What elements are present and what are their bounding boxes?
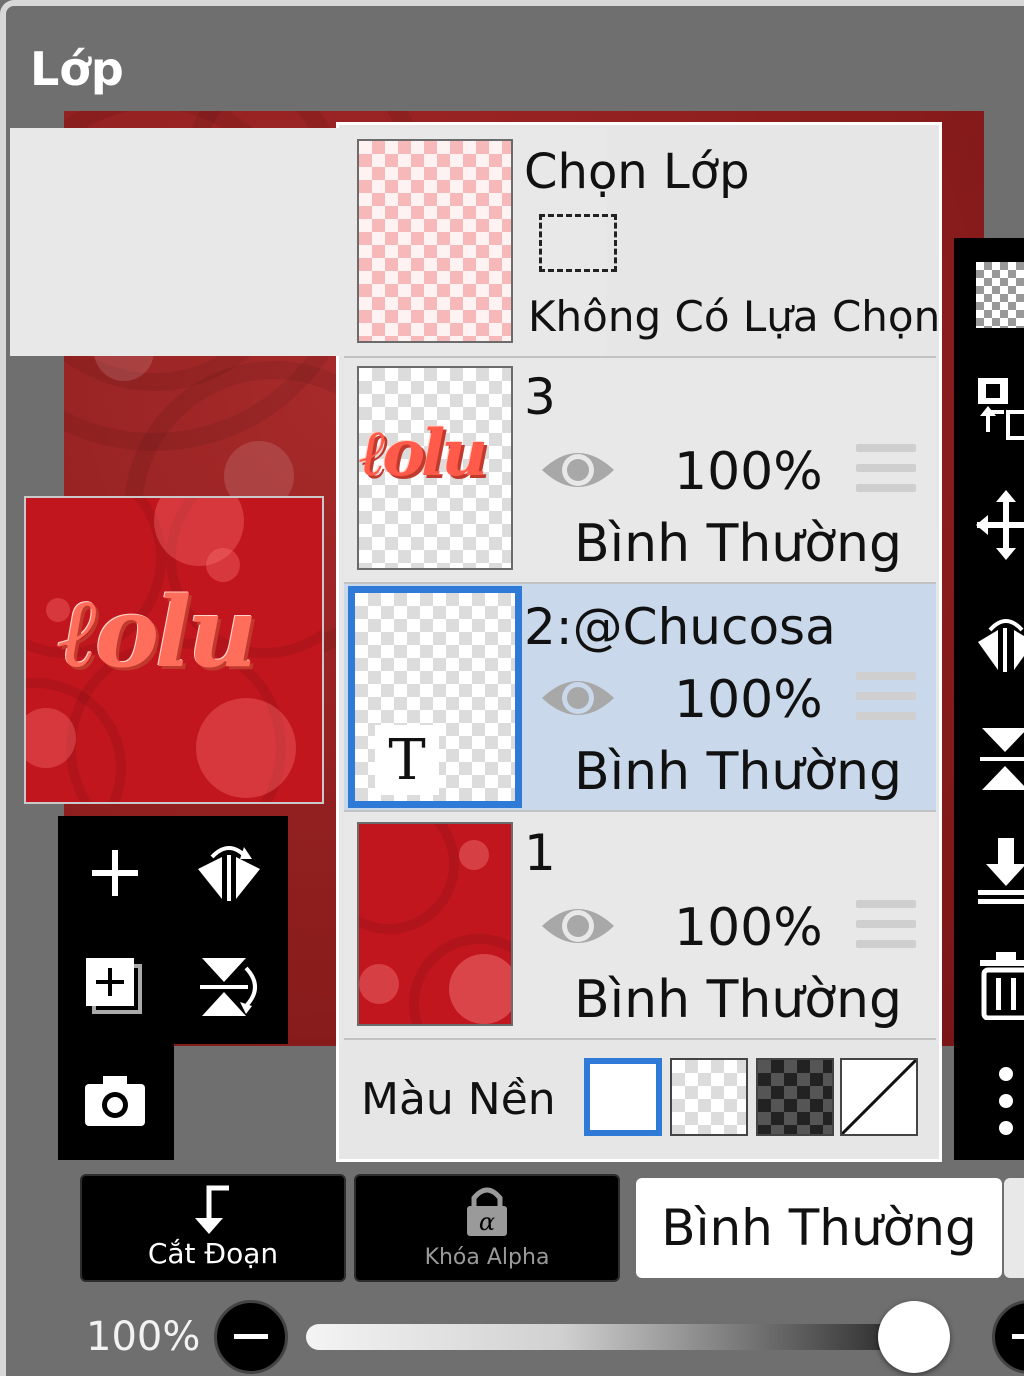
flip-vertical-button[interactable] <box>184 942 274 1032</box>
bg-swatch-light-checker[interactable] <box>670 1058 748 1136</box>
plus-icon <box>92 850 138 896</box>
flip-horizontal-icon <box>198 846 260 901</box>
move-layer-icon[interactable] <box>976 372 1024 442</box>
add-layer-button[interactable] <box>70 828 160 918</box>
layer-blend-mode: Bình Thường <box>574 514 903 574</box>
diagonal-slash-icon <box>840 1058 918 1136</box>
flip-vertical-icon <box>200 958 257 1016</box>
selection-status: Không Có Lựa Chọn <box>528 292 941 341</box>
camera-button[interactable] <box>70 1056 160 1146</box>
layer-name: 1 <box>524 824 556 882</box>
more-options-icon[interactable] <box>976 1066 1024 1136</box>
drag-handle-icon[interactable] <box>856 672 916 720</box>
flip-horizontal-button[interactable] <box>184 828 274 918</box>
clip-arrow-icon <box>195 1185 229 1234</box>
trash-icon[interactable] <box>976 950 1024 1020</box>
layer-blend-mode: Bình Thường <box>574 742 903 802</box>
layer-thumbnail: ℓolu <box>357 366 513 570</box>
visibility-eye-icon[interactable] <box>538 442 618 498</box>
alpha-lock-button[interactable]: α Khóa Alpha <box>354 1174 620 1282</box>
left-toolbar <box>58 816 288 1044</box>
camera-icon <box>85 1076 145 1126</box>
selection-layer-row[interactable] <box>10 128 606 356</box>
blend-mode-scroll[interactable] <box>1004 1178 1024 1278</box>
bg-swatch-dark-checker[interactable] <box>756 1058 834 1136</box>
opacity-decrease-button[interactable] <box>214 1300 288 1374</box>
layer-thumbnail <box>357 822 513 1026</box>
layer-window: Lớp ℓolu Chọn Lớp Không Có Lựa Chọn ℓolu… <box>0 0 1024 1376</box>
layer-thumbnail-selected: T <box>348 586 522 808</box>
visibility-eye-icon[interactable] <box>538 670 618 726</box>
right-toolbar <box>954 238 1024 1160</box>
merge-down-icon[interactable] <box>976 836 1024 906</box>
drag-handle-icon[interactable] <box>856 900 916 948</box>
opacity-slider[interactable] <box>306 1324 946 1350</box>
bg-swatch-white[interactable] <box>584 1058 662 1136</box>
background-color-label: Màu Nền <box>361 1074 556 1125</box>
artwork-lettering: ℓolu <box>58 576 257 689</box>
opacity-increase-button[interactable] <box>992 1300 1024 1374</box>
layer-opacity[interactable]: 100% <box>674 670 823 730</box>
drag-handle-icon[interactable] <box>856 444 916 492</box>
plus-icon <box>1012 1334 1024 1339</box>
window-title: Lớp <box>30 42 124 96</box>
bg-swatch-transparent[interactable] <box>840 1058 918 1136</box>
opacity-value: 100% <box>86 1314 201 1360</box>
opacity-slider-thumb[interactable] <box>878 1301 950 1373</box>
clipping-button[interactable]: Cắt Đoạn <box>80 1174 346 1282</box>
thumbnail-artwork: ℓolu <box>359 416 488 491</box>
divider <box>344 1038 936 1040</box>
layer-blend-mode: Bình Thường <box>574 970 903 1030</box>
duplicate-layer-button[interactable] <box>70 942 160 1032</box>
selection-layer-label: Chọn Lớp <box>524 144 750 200</box>
selection-layer-thumbnail <box>357 139 513 343</box>
blend-mode-select[interactable]: Bình Thường <box>636 1178 1002 1278</box>
layer-name: 3 <box>524 368 556 426</box>
minus-icon <box>234 1334 268 1339</box>
flip-horizontal-icon[interactable] <box>976 608 1024 678</box>
move-arrows-icon[interactable] <box>976 490 1024 560</box>
layer-opacity[interactable]: 100% <box>674 442 823 502</box>
left-toolbar-lower <box>58 1044 174 1160</box>
flip-vertical-icon[interactable] <box>976 724 1024 794</box>
alpha-lock-label: Khóa Alpha <box>424 1245 550 1270</box>
lock-icon: α <box>467 1187 507 1236</box>
visibility-eye-icon[interactable] <box>538 898 618 954</box>
add-copy-icon <box>86 958 142 1014</box>
selection-marquee-icon <box>539 214 617 272</box>
svg-text:α: α <box>479 1208 495 1236</box>
clipping-label: Cắt Đoạn <box>147 1237 279 1270</box>
text-layer-glyph: T <box>375 725 439 795</box>
canvas-preview: ℓolu <box>24 496 324 804</box>
transparency-icon[interactable] <box>976 262 1024 328</box>
layer-name: 2:@Chucosa <box>524 598 836 656</box>
layer-opacity[interactable]: 100% <box>674 898 823 958</box>
